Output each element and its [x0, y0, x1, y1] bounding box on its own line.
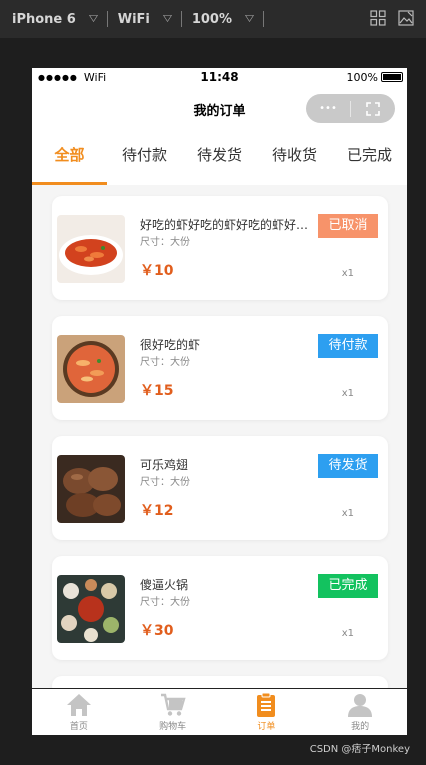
close-button[interactable] — [351, 94, 395, 123]
product-title: 很好吃的虾 — [140, 338, 201, 352]
product-title: 可乐鸡翅 — [140, 458, 189, 472]
product-quantity: x1 — [341, 268, 354, 279]
product-spec: 尺寸：大份 — [140, 357, 190, 368]
active-tab-indicator — [32, 182, 107, 185]
battery-percent: 100% — [346, 70, 378, 84]
product-price: ￥30 — [140, 623, 174, 639]
battery-indicator: 100% — [347, 71, 403, 84]
watermark: CSDN @痞子Monkey — [309, 744, 410, 755]
battery-icon — [381, 72, 403, 82]
home-icon — [66, 694, 91, 716]
device-label: iPhone 6 — [12, 11, 76, 27]
tab-pending-receipt[interactable]: 待收货 — [257, 132, 332, 185]
product-spec: 尺寸：大份 — [140, 477, 190, 488]
chevron-down-icon: ▽ — [244, 14, 254, 24]
chevron-down-icon: ▽ — [88, 14, 98, 24]
status-badge: 待付款 — [318, 334, 378, 358]
status-badge: 已完成 — [318, 574, 378, 598]
bottom-tab-bar: 首页 购物车 订单 我的 — [32, 688, 407, 735]
fullscreen-icon — [366, 101, 380, 116]
product-image — [57, 455, 125, 523]
chevron-down-icon: ▽ — [162, 14, 172, 24]
navigation-bar: 我的订单 ••• — [32, 86, 407, 132]
tabbar-item-cart[interactable]: 购物车 — [126, 689, 220, 735]
status-badge: 已取消 — [318, 214, 378, 238]
order-icon — [257, 692, 276, 717]
network-selector[interactable]: WiFi ▽ — [117, 0, 172, 38]
zoom-selector[interactable]: 100% ▽ — [191, 0, 254, 38]
divider — [180, 11, 182, 27]
more-button[interactable]: ••• — [306, 94, 350, 123]
product-image — [57, 575, 125, 643]
tabbar-label: 购物车 — [159, 722, 187, 732]
user-icon — [348, 694, 373, 717]
tab-all[interactable]: 全部 — [32, 132, 107, 185]
page-title: 我的订单 — [193, 103, 246, 119]
product-price: ￥10 — [140, 263, 174, 279]
order-card[interactable]: 可乐鸡翅 尺寸：大份 ￥12 待发货 x1 — [52, 436, 388, 540]
product-spec: 尺寸：大份 — [140, 597, 190, 608]
product-image — [57, 335, 125, 403]
phone-simulator: ●●●●● WiFi 11:48 100% 我的订单 ••• 全部 待付款 待发… — [32, 68, 407, 735]
product-title: 好吃的虾好吃的虾好吃的虾好吃的虾 — [140, 218, 310, 232]
network-label: WiFi — [117, 11, 150, 27]
product-price: ￥15 — [140, 383, 174, 399]
tabbar-item-home[interactable]: 首页 — [32, 689, 126, 735]
divider — [262, 11, 264, 27]
tabbar-label: 我的 — [351, 722, 370, 732]
devtools-toolbar: iPhone 6 ▽ WiFi ▽ 100% ▽ — [0, 0, 426, 38]
tabbar-item-orders[interactable]: 订单 — [220, 689, 314, 735]
product-image — [57, 215, 125, 283]
tab-pending-shipment[interactable]: 待发货 — [182, 132, 257, 185]
grid-icon[interactable] — [370, 10, 386, 26]
status-bar: ●●●●● WiFi 11:48 100% — [32, 68, 407, 86]
product-title: 傻逼火锅 — [140, 578, 189, 592]
tabbar-item-profile[interactable]: 我的 — [313, 689, 407, 735]
image-inspect-icon[interactable] — [398, 10, 414, 26]
product-quantity: x1 — [341, 628, 354, 639]
order-card[interactable]: 傻逼火锅 尺寸：大份 ￥30 已完成 x1 — [52, 556, 388, 660]
product-quantity: x1 — [341, 508, 354, 519]
divider — [106, 11, 108, 27]
more-icon: ••• — [319, 103, 337, 114]
menu-capsule: ••• — [306, 94, 395, 123]
tab-pending-payment[interactable]: 待付款 — [107, 132, 182, 185]
product-quantity: x1 — [341, 388, 354, 399]
tabbar-label: 订单 — [257, 722, 276, 732]
order-card[interactable]: 好吃的虾好吃的虾好吃的虾好吃的虾 尺寸：大份 ￥10 已取消 x1 — [52, 196, 388, 300]
device-selector[interactable]: iPhone 6 ▽ — [12, 0, 98, 38]
tabbar-label: 首页 — [69, 722, 88, 732]
product-spec: 尺寸：大份 — [140, 237, 190, 248]
order-card[interactable]: 很好吃的虾 尺寸：大份 ￥15 待付款 x1 — [52, 316, 388, 420]
order-tabs: 全部 待付款 待发货 待收货 已完成 — [32, 132, 407, 185]
cart-icon — [160, 693, 186, 716]
tab-completed[interactable]: 已完成 — [332, 132, 407, 185]
product-price: ￥12 — [140, 503, 174, 519]
zoom-label: 100% — [191, 11, 232, 27]
status-badge: 待发货 — [318, 454, 378, 478]
